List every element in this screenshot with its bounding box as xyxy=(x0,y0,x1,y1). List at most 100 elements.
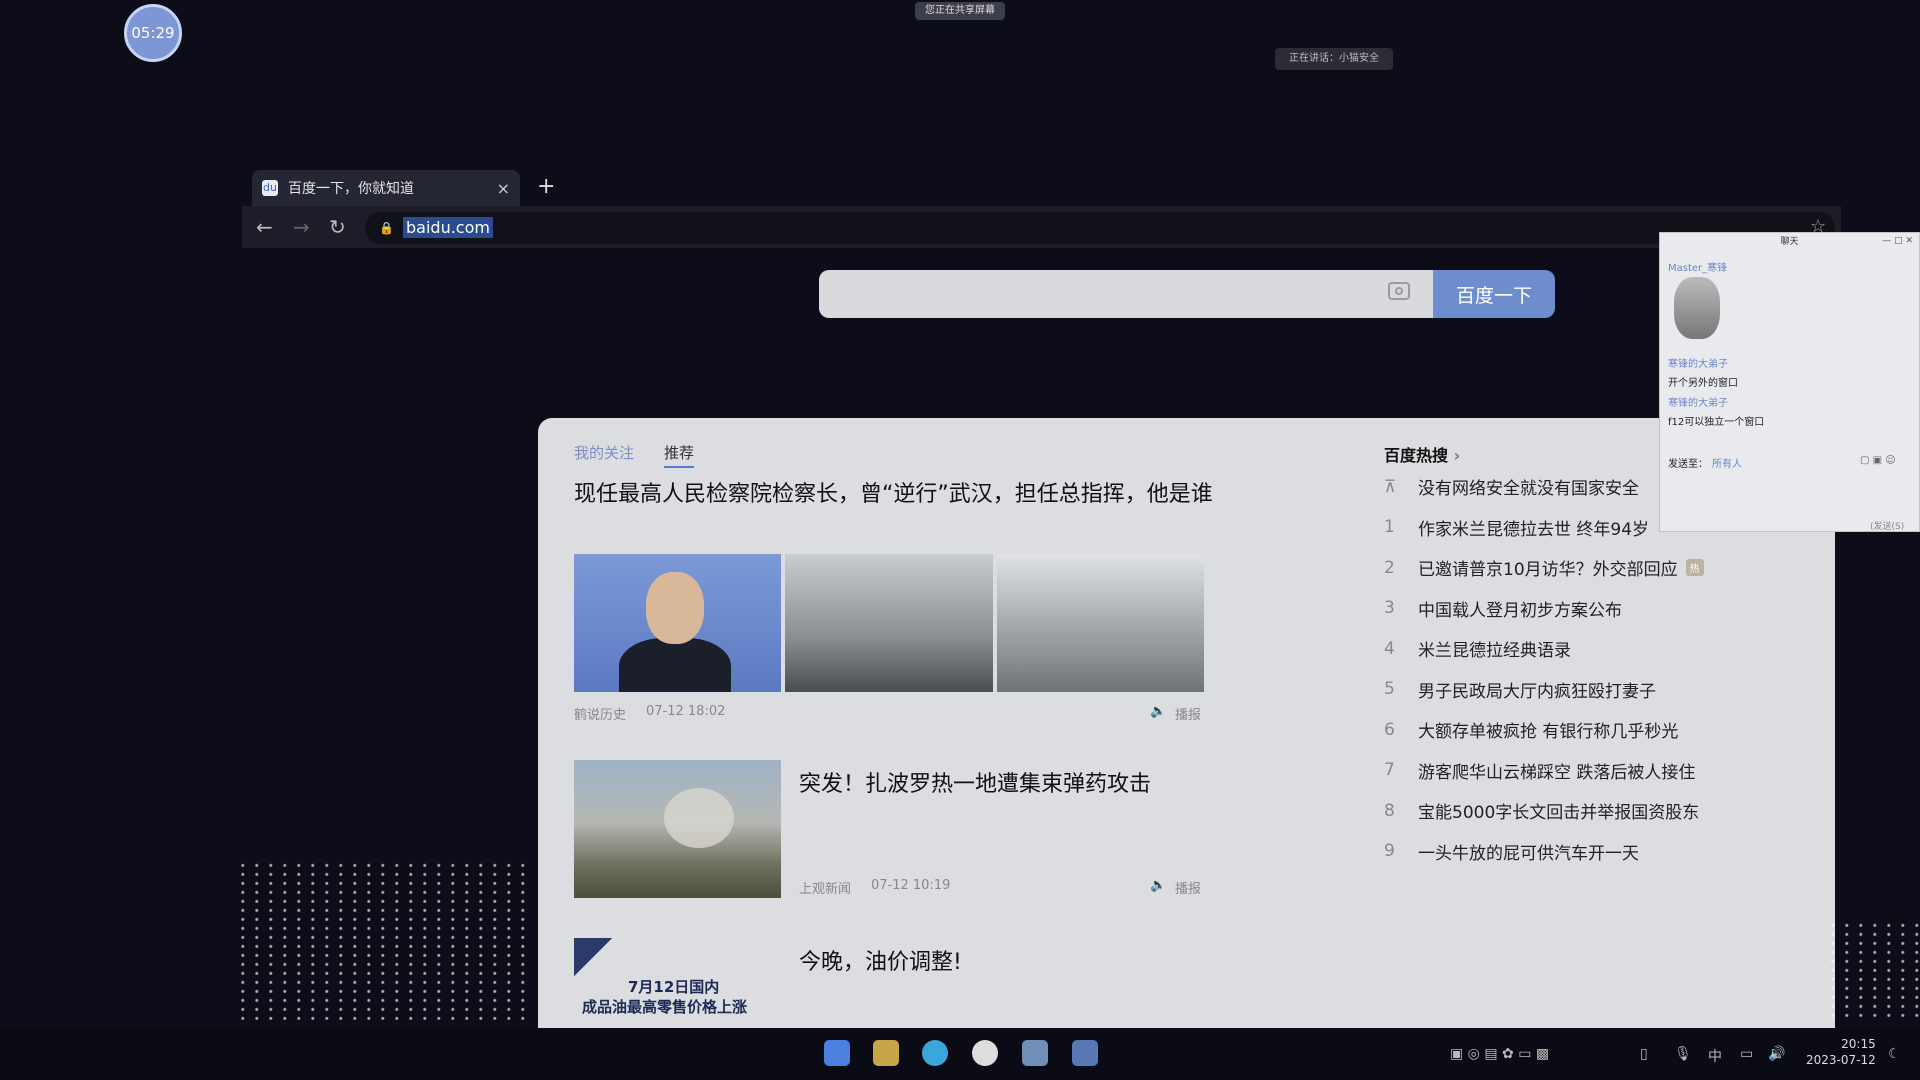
speaker-icon[interactable]: 🔈 xyxy=(1150,878,1166,893)
search-input[interactable] xyxy=(819,270,1433,318)
app-icon[interactable] xyxy=(1022,1040,1048,1066)
address-bar[interactable]: 🔒 baidu.com xyxy=(365,212,1835,244)
article-time: 07-12 10:19 xyxy=(871,878,951,893)
hot-search-item[interactable]: 9 一头牛放的屁可供汽车开一天 xyxy=(1384,839,1639,864)
meeting-status-bar[interactable]: 正在讲话：小猫安全 xyxy=(1275,48,1393,70)
tab-close-icon[interactable]: × xyxy=(497,179,510,198)
lock-icon: 🔒 xyxy=(379,221,394,235)
hot-search-item[interactable]: 8 宝能5000字长文回击并举报国资股东 xyxy=(1384,798,1700,824)
send-to-select[interactable]: 所有人 xyxy=(1712,455,1742,470)
send-to-label: 发送至： xyxy=(1668,459,1708,470)
search-button[interactable]: 百度一下 xyxy=(1433,270,1555,318)
wallpaper-lights xyxy=(1830,920,1920,1020)
chat-message: f12可以独立一个窗口 xyxy=(1668,417,1765,428)
chat-host-name: Master_寒锋 xyxy=(1668,263,1728,274)
taskbar xyxy=(0,1028,1920,1080)
start-icon[interactable] xyxy=(824,1040,850,1066)
back-icon[interactable]: ← xyxy=(256,215,273,239)
article-time: 07-12 18:02 xyxy=(646,704,726,719)
avatar xyxy=(1674,277,1720,339)
notification-icon[interactable]: ☾ xyxy=(1888,1046,1901,1062)
hot-search-item[interactable]: 1 作家米兰昆德拉去世 终年94岁 xyxy=(1384,515,1649,540)
chat-window: 聊天 — □ ✕ Master_寒锋 寒锋的大弟子 开个另外的窗口 寒锋的大弟子… xyxy=(1659,232,1920,532)
hot-search-rank: ⊼ xyxy=(1384,476,1397,497)
hot-search-item[interactable]: 3 中国载人登月初步方案公布 xyxy=(1384,596,1622,621)
hot-search-rank: 3 xyxy=(1384,598,1395,618)
tab-title: 百度一下，你就知道 xyxy=(288,181,414,197)
hot-search-text: 中国载人登月初步方案公布 xyxy=(1418,600,1622,621)
microphone-icon[interactable]: 🎙 xyxy=(1674,1046,1692,1062)
hot-search-item[interactable]: 2 已邀请普京10月访华？外交部回应热 xyxy=(1384,555,1704,580)
broadcast-button[interactable]: 播报 xyxy=(1175,878,1201,897)
camera-search-icon[interactable] xyxy=(1388,282,1410,300)
new-tab-button[interactable]: + xyxy=(537,174,555,199)
browser-tab[interactable]: du 百度一下，你就知道 × xyxy=(252,170,520,206)
send-button[interactable]: (发送(S) xyxy=(1870,519,1904,532)
hot-search-item[interactable]: 4 米兰昆德拉经典语录 xyxy=(1384,636,1571,662)
article-image[interactable] xyxy=(785,554,993,692)
edge-icon[interactable] xyxy=(922,1040,948,1066)
hot-search-rank: 1 xyxy=(1384,517,1395,537)
forward-icon[interactable]: → xyxy=(293,215,310,239)
article-title[interactable]: 今晚，油价调整! xyxy=(799,944,962,976)
recording-timer[interactable]: 05:29 xyxy=(124,4,182,62)
hot-search-item[interactable]: ⊼ 没有网络安全就没有国家安全 xyxy=(1384,474,1639,500)
chevron-right-icon: › xyxy=(1453,446,1461,465)
app-icon[interactable] xyxy=(1072,1040,1098,1066)
hot-search-item[interactable]: 5 男子民政局大厅内疯狂殴打妻子 xyxy=(1384,677,1656,702)
usb-icon[interactable]: ▯ xyxy=(1640,1046,1648,1062)
wallpaper-lights xyxy=(240,860,530,1020)
tray-icons[interactable]: ▣ ◎ ▤ ✿ ▭ ▩ xyxy=(1450,1046,1549,1062)
tab-recommend[interactable]: 推荐 xyxy=(664,442,695,468)
image-caption: 7月12日国内 xyxy=(628,978,720,996)
window-controls[interactable]: — □ ✕ xyxy=(1882,236,1913,246)
network-icon[interactable]: ▭ xyxy=(1740,1046,1753,1062)
article-image[interactable] xyxy=(997,554,1204,692)
file-explorer-icon[interactable] xyxy=(873,1040,899,1066)
hot-search-text: 宝能5000字长文回击并举报国资股东 xyxy=(1418,803,1700,823)
screen-share-indicator[interactable]: 您正在共享屏幕 xyxy=(915,2,1005,20)
chat-sender: 寒锋的大弟子 xyxy=(1668,398,1728,409)
hot-search-text: 游客爬华山云梯踩空 跌落后被人接住 xyxy=(1418,762,1696,783)
chat-sender: 寒锋的大弟子 xyxy=(1668,359,1728,370)
clock-date: 2023-07-12 xyxy=(1806,1053,1876,1067)
hot-search-rank: 2 xyxy=(1384,557,1395,578)
chat-title: 聊天 xyxy=(1780,237,1799,247)
flag-icon xyxy=(574,938,612,976)
article-source[interactable]: 上观新闻 xyxy=(799,878,851,897)
hot-search-rank: 5 xyxy=(1384,679,1395,699)
speaker-icon[interactable]: 🔈 xyxy=(1150,704,1166,719)
reload-icon[interactable]: ↻ xyxy=(329,215,346,239)
hot-search-text: 大额存单被疯抢 有银行称几乎秒光 xyxy=(1418,722,1679,742)
hot-search-item[interactable]: 6 大额存单被疯抢 有银行称几乎秒光 xyxy=(1384,717,1679,743)
tab-my-follow[interactable]: 我的关注 xyxy=(574,442,634,463)
article-image[interactable] xyxy=(574,554,781,692)
address-url: baidu.com xyxy=(403,217,493,238)
article-title[interactable]: 现任最高人民检察院检察长，曾“逆行”武汉，担任总指挥，他是谁 xyxy=(574,478,1214,512)
hot-search-text: 一头牛放的屁可供汽车开一天 xyxy=(1418,843,1639,864)
hot-search-rank: 6 xyxy=(1384,719,1395,740)
hot-search-text: 作家米兰昆德拉去世 终年94岁 xyxy=(1418,519,1650,540)
article-title[interactable]: 突发！扎波罗热一地遭集束弹药攻击 xyxy=(799,766,1151,798)
hot-search-item[interactable]: 7 游客爬华山云梯踩空 跌落后被人接住 xyxy=(1384,758,1695,783)
chrome-icon[interactable] xyxy=(972,1040,998,1066)
hot-search-title[interactable]: 百度热搜 › xyxy=(1384,442,1460,466)
chat-tool-icons[interactable]: ▢ ▣ ☺ xyxy=(1860,455,1896,466)
hot-search-rank: 4 xyxy=(1384,638,1395,659)
chat-message: 开个另外的窗口 xyxy=(1668,378,1738,389)
hot-search-text: 已邀请普京10月访华？外交部回应 xyxy=(1418,560,1678,580)
clock[interactable]: 20:15 2023-07-12 xyxy=(1806,1036,1876,1068)
clock-time: 20:15 xyxy=(1841,1037,1876,1051)
volume-icon[interactable]: 🔊 xyxy=(1768,1046,1785,1062)
baidu-favicon-icon: du xyxy=(262,180,278,196)
hot-badge: 热 xyxy=(1685,559,1704,576)
article-image[interactable] xyxy=(574,760,781,898)
ime-indicator[interactable]: 中 xyxy=(1708,1046,1722,1066)
broadcast-button[interactable]: 播报 xyxy=(1175,704,1201,723)
article-image[interactable]: 7月12日国内 成品油最高零售价格上涨 xyxy=(574,938,781,1018)
hot-search-rank: 8 xyxy=(1384,800,1395,821)
article-source[interactable]: 鹤说历史 xyxy=(574,704,626,723)
hot-search-rank: 7 xyxy=(1384,760,1395,780)
hot-search-text: 米兰昆德拉经典语录 xyxy=(1418,641,1571,661)
hot-search-rank: 9 xyxy=(1384,841,1395,861)
